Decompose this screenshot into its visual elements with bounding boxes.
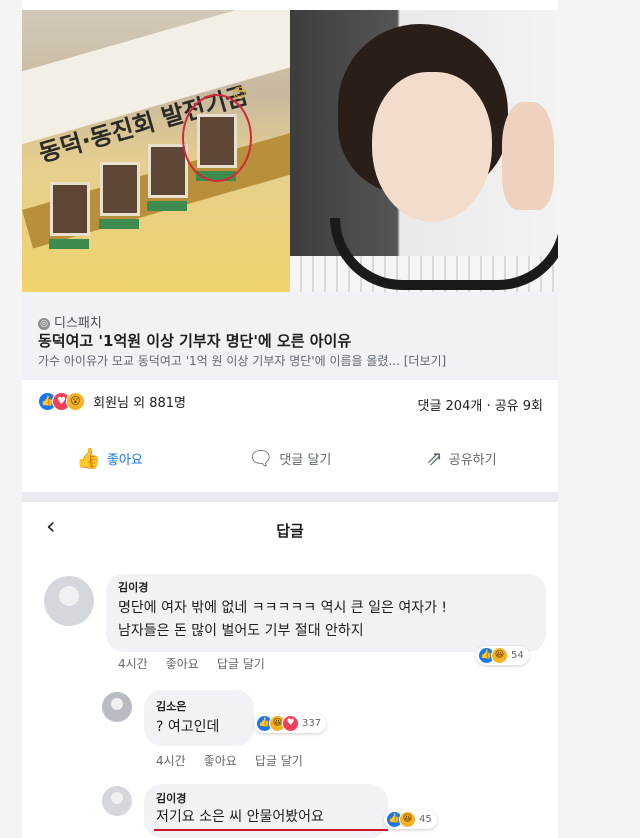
reaction-count: 337 <box>302 718 322 729</box>
comment-button[interactable]: 🗨 댓글 달기 <box>248 448 331 468</box>
wow-reaction-icon: 😮 <box>66 392 85 411</box>
share-arrow-icon: ⇗ <box>426 446 443 470</box>
like-button[interactable]: 👍 좋아요 <box>76 448 143 468</box>
action-bar: 👍 좋아요 🗨 댓글 달기 ⇗ 공유하기 <box>22 438 558 488</box>
comment-like-button[interactable]: 좋아요 <box>166 657 199 671</box>
speech-bubble-icon: 🗨 <box>248 446 274 470</box>
reaction-count: 54 <box>511 650 524 661</box>
share-button[interactable]: ⇗ 공유하기 <box>426 448 497 468</box>
donor-portrait <box>99 162 140 229</box>
like-label: 좋아요 <box>106 452 143 468</box>
comment-meta: 4시간 좋아요 답글 달기 <box>156 752 321 769</box>
comment-time: 4시간 <box>118 657 148 671</box>
facebook-post: 동덕·동진회 발전기금 😍 ◎ 디스패치 동덕여고 '1억원 이상 기부자 명단'… <box>22 0 558 838</box>
reactors-text[interactable]: 회원님 외 881명 <box>93 396 186 411</box>
comment-author[interactable]: 김이경 <box>156 790 186 806</box>
avatar[interactable] <box>44 576 94 626</box>
comment-reactions[interactable]: 👍 😆 ♥ 337 <box>254 714 327 733</box>
comment-meta: 4시간 좋아요 답글 달기 <box>118 655 283 672</box>
avatar[interactable] <box>102 786 132 816</box>
comment-reply-button[interactable]: 답글 달기 <box>217 657 265 671</box>
comment-time: 4시간 <box>156 754 186 768</box>
hand <box>502 102 554 210</box>
source-name: 디스패치 <box>54 316 102 331</box>
replies-header: ‹ 답글 <box>22 502 558 552</box>
link-description: 가수 아이유가 모교 동덕여고 '1억 원 이상 기부자 명단'에 이름을 올렸… <box>38 354 447 368</box>
comment-label: 댓글 달기 <box>279 452 332 468</box>
link-title[interactable]: 동덕여고 '1억원 이상 기부자 명단'에 오른 아이유 <box>38 330 351 351</box>
comment-reactions[interactable]: 👍 😆 54 <box>476 646 529 665</box>
singer-photo <box>290 10 558 292</box>
donor-portrait <box>49 182 90 249</box>
comment-text: 명단에 여자 밖에 없네 ㅋㅋㅋㅋㅋ 역시 큰 일은 여자가 ! <box>118 600 448 616</box>
comment-text: ? 여고인데 <box>156 719 220 735</box>
headphones <box>330 218 558 290</box>
source-icon: ◎ <box>38 317 50 330</box>
share-label: 공유하기 <box>448 452 497 468</box>
avatar[interactable] <box>102 692 132 722</box>
reaction-summary[interactable]: 👍 ♥ 😮 회원님 외 881명 댓글 204개 · 공유 9회 <box>38 392 543 416</box>
comment-share-count[interactable]: 댓글 204개 · 공유 9회 <box>417 395 543 414</box>
replies-title: 답글 <box>276 522 304 540</box>
comment-author[interactable]: 김이경 <box>118 579 148 595</box>
comment-author[interactable]: 김소은 <box>156 698 186 714</box>
link-preview-info[interactable]: ◎ 디스패치 동덕여고 '1억원 이상 기부자 명단'에 오른 아이유 가수 아이… <box>22 292 558 380</box>
section-divider <box>22 492 558 502</box>
comment-like-button[interactable]: 좋아요 <box>204 754 237 768</box>
red-underline <box>154 829 388 831</box>
comment-text: 남자들은 돈 많이 벌어도 기부 절대 안하지 <box>118 623 364 639</box>
highlight-circle <box>182 94 252 182</box>
face <box>372 72 492 222</box>
link-source: ◎ 디스패치 <box>38 312 102 331</box>
link-preview-image[interactable]: 동덕·동진회 발전기금 😍 <box>22 10 558 292</box>
heart-eyes-icon: 😍 <box>232 86 247 102</box>
haha-reaction-icon: 😆 <box>491 647 508 664</box>
donor-portrait <box>147 144 188 211</box>
reaction-count: 45 <box>419 814 432 825</box>
thumbs-up-icon: 👍 <box>76 446 101 470</box>
comment-reactions[interactable]: 👍 😆 45 <box>384 810 437 829</box>
haha-reaction-icon: 😆 <box>399 811 416 828</box>
comment-text: 저기요 소은 씨 안물어봤어요 <box>156 809 324 825</box>
comment-reply-button[interactable]: 답글 달기 <box>255 754 303 768</box>
donor-board-photo: 동덕·동진회 발전기금 😍 <box>22 10 322 292</box>
love-reaction-icon: ♥ <box>282 715 299 732</box>
